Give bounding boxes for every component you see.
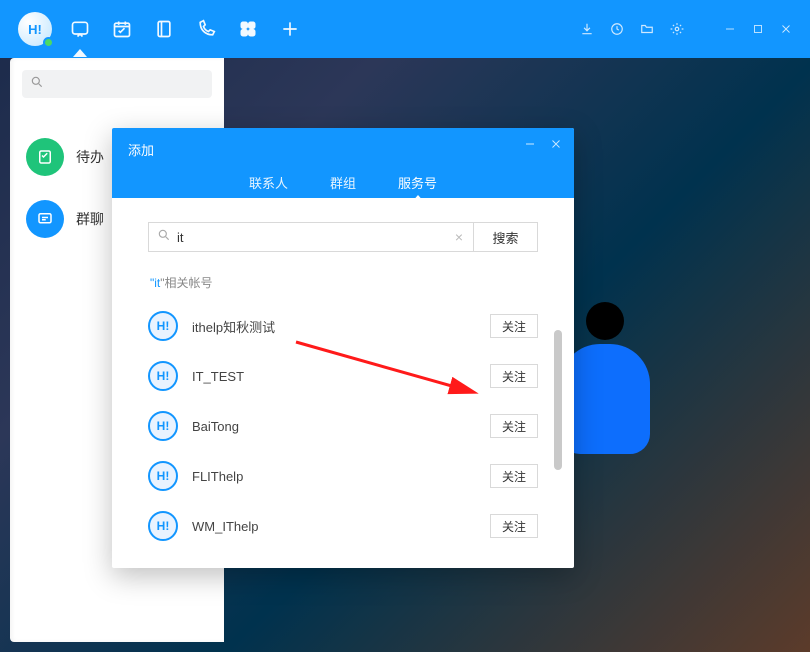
window-close-icon[interactable] — [780, 23, 792, 35]
service-account-icon: H! — [148, 361, 178, 391]
search-icon — [30, 75, 44, 94]
apps-icon[interactable] — [238, 19, 258, 39]
result-name: WM_IThelp — [192, 519, 490, 534]
result-item[interactable]: H! WM_IThelp 关注 — [148, 501, 538, 541]
result-item[interactable]: H! BaiTong 关注 — [148, 401, 538, 451]
sidebar-item-label: 待办 — [76, 147, 104, 167]
dialog-window-controls — [524, 138, 562, 150]
follow-button[interactable]: 关注 — [490, 464, 538, 488]
results-hint: "it"相关帐号 — [150, 274, 538, 291]
search-button[interactable]: 搜索 — [474, 222, 538, 252]
add-dialog: 添加 联系人 群组 服务号 × 搜索 "it"相关帐号 — [112, 128, 574, 568]
dialog-minimize-icon[interactable] — [524, 138, 536, 150]
follow-button[interactable]: 关注 — [490, 514, 538, 538]
dialog-close-icon[interactable] — [550, 138, 562, 150]
download-icon[interactable] — [580, 22, 594, 36]
results-scrollbar[interactable] — [554, 330, 562, 470]
window-maximize-icon[interactable] — [752, 23, 764, 35]
user-avatar[interactable]: H! — [18, 12, 52, 46]
sidebar-item-label: 群聊 — [76, 209, 104, 229]
titlebar: H! — [0, 0, 810, 58]
plus-icon[interactable] — [280, 19, 300, 39]
window-minimize-icon[interactable] — [724, 23, 736, 35]
titlebar-nav-icons — [70, 19, 300, 39]
history-icon[interactable] — [610, 22, 624, 36]
titlebar-right — [580, 22, 792, 36]
dialog-header: 添加 联系人 群组 服务号 — [112, 128, 574, 198]
active-tab-caret-icon — [73, 49, 87, 57]
tab-label: 服务号 — [398, 176, 437, 191]
dialog-search-input[interactable] — [177, 230, 447, 245]
phone-icon[interactable] — [196, 19, 216, 39]
service-account-icon: H! — [148, 311, 178, 341]
follow-button[interactable]: 关注 — [490, 364, 538, 388]
dialog-search-row: × 搜索 — [148, 222, 538, 252]
dialog-body: × 搜索 "it"相关帐号 H! ithelp知秋测试 关注 H! IT_TES… — [112, 198, 574, 568]
search-icon — [157, 228, 171, 247]
result-item[interactable]: H! ithelp知秋测试 关注 — [148, 301, 538, 351]
groupchat-icon — [26, 200, 64, 238]
clear-input-icon[interactable]: × — [453, 229, 465, 245]
settings-icon[interactable] — [670, 22, 684, 36]
result-name: ithelp知秋测试 — [192, 317, 490, 336]
service-account-icon: H! — [148, 511, 178, 541]
sidebar-search[interactable] — [22, 70, 212, 98]
dialog-search-input-wrap: × — [148, 222, 474, 252]
result-item[interactable]: H! FLIThelp 关注 — [148, 451, 538, 501]
folder-icon[interactable] — [640, 22, 654, 36]
notebook-icon[interactable] — [154, 19, 174, 39]
result-name: FLIThelp — [192, 469, 490, 484]
service-account-icon: H! — [148, 411, 178, 441]
result-item[interactable]: H! IT_TEST 关注 — [148, 351, 538, 401]
chat-icon[interactable] — [70, 19, 90, 39]
tab-label: 群组 — [330, 176, 356, 191]
result-name: BaiTong — [192, 419, 490, 434]
avatar-text: H! — [28, 22, 42, 37]
calendar-icon[interactable] — [112, 19, 132, 39]
tab-label: 联系人 — [249, 176, 288, 191]
app-window: H! — [0, 0, 810, 652]
todo-icon — [26, 138, 64, 176]
status-online-icon — [43, 37, 54, 48]
dialog-title: 添加 — [128, 140, 558, 159]
follow-button[interactable]: 关注 — [490, 314, 538, 338]
service-account-icon: H! — [148, 461, 178, 491]
result-name: IT_TEST — [192, 369, 490, 384]
follow-button[interactable]: 关注 — [490, 414, 538, 438]
results-list: H! ithelp知秋测试 关注 H! IT_TEST 关注 H! BaiTon… — [148, 301, 538, 541]
